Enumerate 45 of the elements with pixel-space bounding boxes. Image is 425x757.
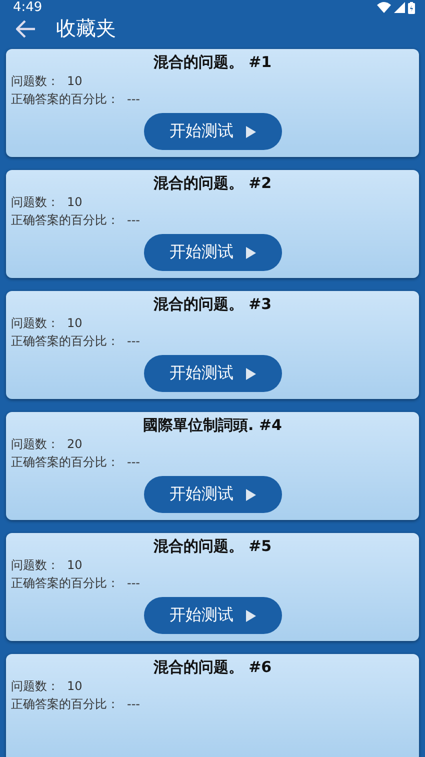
play-icon xyxy=(246,246,256,258)
question-count-label: 问题数： xyxy=(11,73,59,90)
quiz-title: 混合的问题。 #1 xyxy=(152,52,273,72)
correct-percent: --- xyxy=(127,333,140,350)
play-icon xyxy=(246,368,256,380)
start-test-button[interactable]: 开始测试 xyxy=(144,113,282,150)
question-count-label: 问题数： xyxy=(11,194,59,211)
quiz-title: 混合的问题。 #2 xyxy=(152,173,273,193)
page-title: 收藏夹 xyxy=(56,15,116,42)
play-icon xyxy=(246,610,256,622)
question-count: 10 xyxy=(67,73,82,90)
correct-percent: --- xyxy=(127,91,140,108)
correct-percent: --- xyxy=(127,575,140,592)
play-icon xyxy=(246,126,256,138)
quiz-title: 國際單位制詞頭. #4 xyxy=(142,415,283,435)
question-count: 10 xyxy=(67,194,82,211)
question-count: 10 xyxy=(67,557,82,574)
correct-percent-label: 正确答案的百分比： xyxy=(11,454,119,471)
start-test-button[interactable]: 开始测试 xyxy=(144,355,282,392)
start-test-button[interactable]: 开始测试 xyxy=(144,597,282,634)
question-count-label: 问题数： xyxy=(11,315,59,332)
quiz-title: 混合的问题。 #3 xyxy=(152,294,273,314)
question-count: 10 xyxy=(67,315,82,332)
correct-percent-label: 正确答案的百分比： xyxy=(11,575,119,592)
question-count-label: 问题数： xyxy=(11,678,59,695)
correct-percent-label: 正确答案的百分比： xyxy=(11,212,119,229)
correct-percent: --- xyxy=(127,212,140,229)
play-icon xyxy=(246,488,256,500)
quiz-title: 混合的问题。 #6 xyxy=(152,657,273,677)
signal-icon xyxy=(394,2,405,13)
wifi-icon xyxy=(377,2,391,13)
back-arrow-icon[interactable] xyxy=(16,20,36,38)
correct-percent-label: 正确答案的百分比： xyxy=(11,333,119,350)
question-count: 20 xyxy=(67,436,82,453)
quiz-title: 混合的问题。 #5 xyxy=(152,536,273,556)
question-count: 10 xyxy=(67,678,82,695)
correct-percent-label: 正确答案的百分比： xyxy=(11,696,119,713)
correct-percent: --- xyxy=(127,696,140,713)
start-test-button[interactable]: 开始测试 xyxy=(144,476,282,513)
status-time: 4:49 xyxy=(13,0,42,15)
correct-percent-label: 正确答案的百分比： xyxy=(11,91,119,108)
correct-percent: --- xyxy=(127,454,140,471)
question-count-label: 问题数： xyxy=(11,436,59,453)
start-test-button[interactable]: 开始测试 xyxy=(144,234,282,271)
question-count-label: 问题数： xyxy=(11,557,59,574)
